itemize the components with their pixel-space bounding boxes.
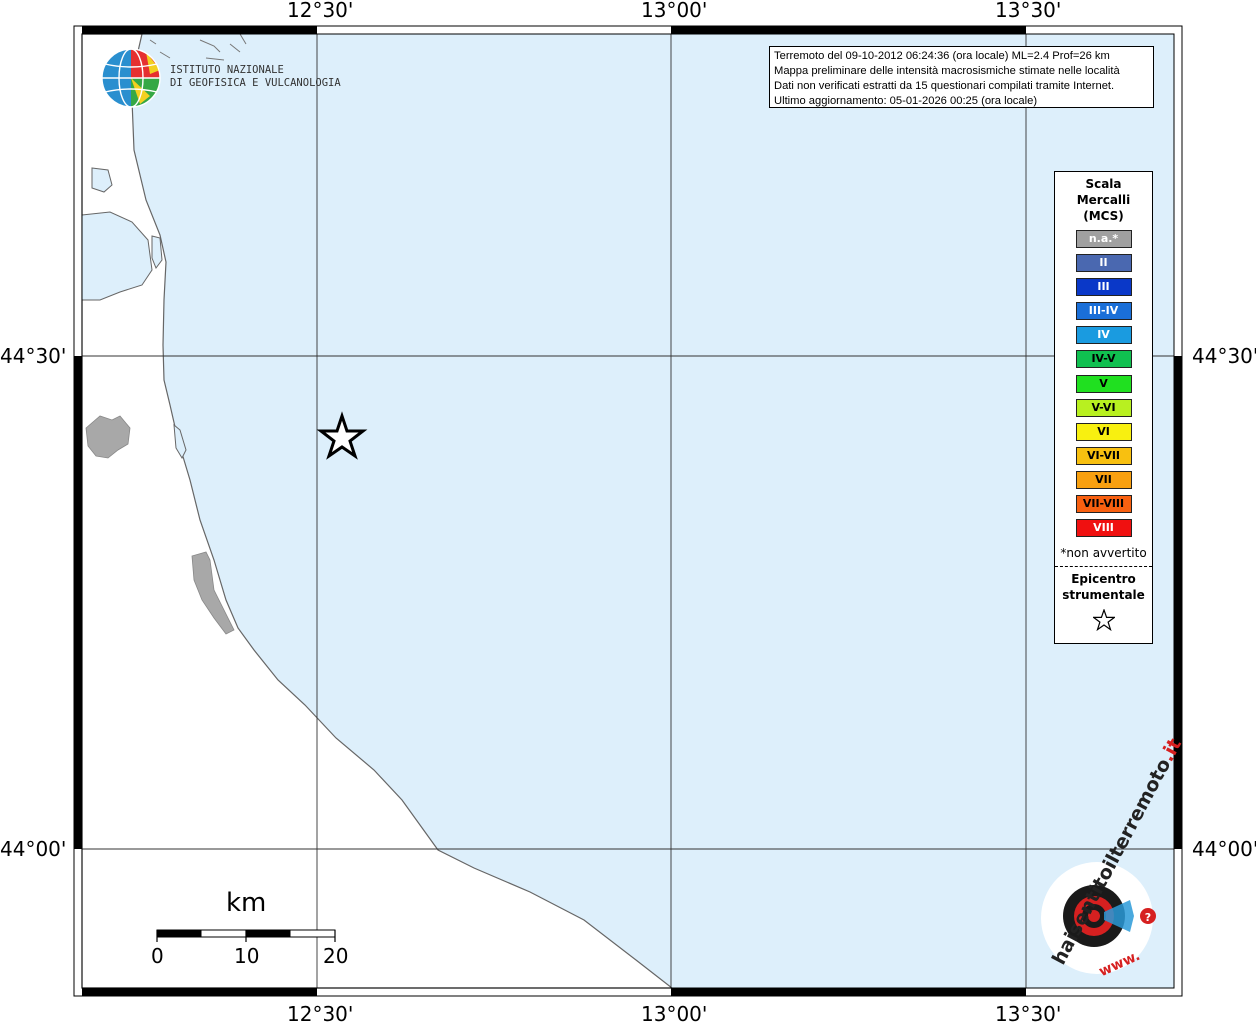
legend-title-line1: Scala (1085, 177, 1122, 191)
lon-label-top-2: 13°00' (641, 0, 708, 22)
legend-item: III-IV (1075, 302, 1132, 321)
scale-bar-label-0: 0 (151, 944, 164, 968)
lat-label-right-2: 44°00' (1192, 837, 1256, 861)
legend-item: IV (1075, 326, 1132, 345)
ingv-globe-icon (101, 48, 161, 108)
legend-item: III (1075, 278, 1132, 297)
legend-item: VII (1075, 470, 1132, 489)
event-info-line1: Terremoto del 09-10-2012 06:24:36 (ora l… (774, 50, 1110, 62)
event-info-line3: Dati non verificati estratti da 15 quest… (774, 80, 1115, 92)
scale-bar-label-20: 20 (323, 944, 349, 968)
lat-label-right-1: 44°30' (1192, 344, 1256, 368)
mcs-legend: Scala Mercalli (MCS) n.a.* II III III-IV IV I… (1054, 171, 1153, 644)
legend-title-line2: Mercalli (1076, 193, 1131, 207)
legend-item: IV-V (1075, 350, 1132, 369)
legend-item: V (1075, 374, 1132, 393)
legend-item: VI (1075, 422, 1132, 441)
lon-label-bottom-1: 12°30' (287, 1002, 354, 1026)
legend-epicenter-label: Epicentro strumentale (1055, 571, 1152, 603)
lon-label-bottom-2: 13°00' (641, 1002, 708, 1026)
lat-label-left-1: 44°30' (0, 344, 67, 368)
legend-epi-line2: strumentale (1062, 588, 1145, 603)
legend-note: *non avvertito (1060, 546, 1147, 561)
event-info-box: Terremoto del 09-10-2012 06:24:36 (ora l… (769, 46, 1154, 108)
legend-item: n.a.* (1075, 230, 1132, 248)
lat-label-left-2: 44°00' (0, 837, 67, 861)
legend-divider (1055, 566, 1152, 568)
scale-bar-unit: km (226, 888, 267, 918)
lon-label-top-1: 12°30' (287, 0, 354, 22)
legend-item: II (1075, 254, 1132, 273)
legend-epi-line1: Epicentro (1071, 572, 1136, 587)
ingv-name-line1: ISTITUTO NAZIONALE (170, 64, 284, 76)
ingv-name-line2: DI GEOFISICA E VULCANOLOGIA (170, 77, 341, 89)
lon-label-top-3: 13°30' (995, 0, 1062, 22)
legend-title-line3: (MCS) (1083, 209, 1124, 223)
svg-text:?: ? (1145, 911, 1151, 924)
event-info-line2: Mappa preliminare delle intensità macros… (774, 65, 1120, 77)
lon-label-bottom-3: 13°30' (995, 1002, 1062, 1026)
event-info-line4: Ultimo aggiornamento: 05-01-2026 00:25 (… (774, 95, 1038, 107)
legend-item: V-VI (1075, 398, 1132, 417)
legend-star-icon (1055, 608, 1152, 635)
legend-title: Scala Mercalli (MCS) (1055, 176, 1152, 224)
legend-items: n.a.* II III III-IV IV IV-V V V-VI VI VI-VII VII VI… (1055, 230, 1152, 538)
scale-bar-label-10: 10 (234, 944, 260, 968)
ingv-name: ISTITUTO NAZIONALE DI GEOFISICA E VULCAN… (170, 64, 341, 90)
legend-item: VIII (1075, 519, 1132, 538)
legend-item: VII-VIII (1075, 495, 1132, 514)
legend-item: VI-VII (1075, 446, 1132, 465)
